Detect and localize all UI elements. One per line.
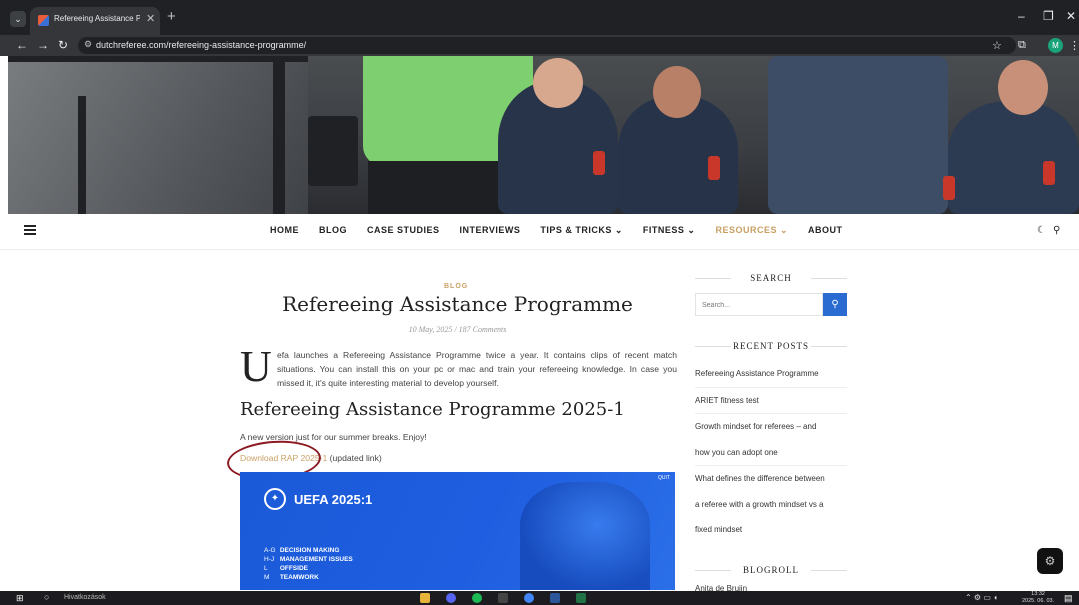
recent-post-item[interactable]: What defines the difference between bbox=[695, 466, 847, 492]
browser-tab-strip: ⌄ Refereeing Assistance Program ✕ + – ❐ … bbox=[0, 0, 1079, 35]
recent-post-item[interactable]: ARIET fitness test bbox=[695, 388, 847, 414]
recent-posts-list: Refereeing Assistance Programme ARIET fi… bbox=[695, 361, 847, 543]
nav-item-blog[interactable]: BLOG bbox=[319, 225, 347, 236]
taskbar-app-icon[interactable] bbox=[498, 593, 508, 603]
notifications-icon[interactable]: ▤ bbox=[1064, 593, 1073, 604]
reload-icon[interactable]: ↻ bbox=[58, 38, 68, 52]
post-category[interactable]: BLOG bbox=[444, 283, 468, 290]
nav-search-icon[interactable]: ⚲ bbox=[1053, 225, 1060, 236]
recent-post-item[interactable]: Refereeing Assistance Programme bbox=[695, 361, 847, 388]
restore-icon[interactable]: ❐ bbox=[1043, 9, 1054, 23]
screen: ⌄ Refereeing Assistance Program ✕ + – ❐ … bbox=[0, 0, 1079, 605]
browser-toolbar: ← → ↻ ⚙ dutchreferee.com/refereeing-assi… bbox=[0, 35, 1079, 56]
back-icon[interactable]: ← bbox=[16, 38, 28, 52]
address-bar[interactable]: ⚙ dutchreferee.com/refereeing-assistance… bbox=[78, 37, 1016, 54]
forward-icon[interactable]: → bbox=[37, 38, 49, 52]
search-input[interactable] bbox=[696, 295, 822, 316]
chrome-icon[interactable] bbox=[524, 593, 534, 603]
site-favicon-icon bbox=[38, 15, 49, 26]
post-meta: 10 May, 2025 / 187 Comments bbox=[408, 325, 507, 334]
nav-item-resources[interactable]: RESOURCES ⌄ bbox=[715, 225, 788, 236]
post-subheading: Refereeing Assistance Programme 2025-1 bbox=[240, 399, 625, 420]
main-menu: HOME BLOG CASE STUDIES INTERVIEWS TIPS &… bbox=[270, 225, 863, 236]
extensions-icon[interactable]: ⧉ bbox=[1018, 39, 1026, 52]
close-tab-icon[interactable]: ✕ bbox=[146, 12, 155, 25]
url-text[interactable]: dutchreferee.com/refereeing-assistance-p… bbox=[96, 40, 306, 50]
recent-post-item[interactable]: a referee with a growth mindset vs a bbox=[695, 492, 847, 518]
windows-taskbar: ⊞ ○ Hivatkozások ⌃ ⚙ ▭ ◖ 13:32 2025. 06.… bbox=[0, 591, 1079, 605]
banner-topic: A-G DECISION MAKING bbox=[264, 547, 340, 554]
recent-post-item[interactable]: fixed mindset bbox=[695, 517, 847, 543]
bookmark-star-icon[interactable]: ☆ bbox=[992, 39, 1002, 52]
download-suffix: (updated link) bbox=[327, 453, 382, 463]
nav-item-fitness[interactable]: FITNESS ⌄ bbox=[643, 225, 696, 236]
close-window-icon[interactable]: ✕ bbox=[1066, 9, 1076, 23]
banner-referee-figure bbox=[520, 482, 650, 590]
file-explorer-icon[interactable] bbox=[420, 593, 430, 603]
dropcap-letter: U bbox=[240, 342, 272, 391]
minimize-icon[interactable]: – bbox=[1018, 9, 1025, 23]
accessibility-widget-icon[interactable]: ⚙ bbox=[1037, 548, 1063, 574]
hamburger-menu-icon[interactable] bbox=[24, 225, 36, 235]
browser-menu-icon[interactable]: ⋮ bbox=[1069, 39, 1079, 52]
hero-image bbox=[8, 56, 1079, 214]
nav-item-home[interactable]: HOME bbox=[270, 225, 299, 236]
banner-topic-list: A-G DECISION MAKING H-J MANAGEMENT ISSUE… bbox=[264, 546, 353, 582]
nav-item-case-studies[interactable]: CASE STUDIES bbox=[367, 225, 440, 236]
excel-icon[interactable] bbox=[576, 593, 586, 603]
clock-time: 13:32 bbox=[1031, 591, 1045, 597]
taskbar-search-label[interactable]: Hivatkozások bbox=[64, 594, 106, 601]
taskbar-search-icon[interactable]: ○ bbox=[44, 592, 49, 602]
tab-title: Refereeing Assistance Program bbox=[54, 14, 140, 23]
site-navigation: HOME BLOG CASE STUDIES INTERVIEWS TIPS &… bbox=[0, 214, 1079, 250]
banner-quit-label: QUIT bbox=[658, 475, 670, 481]
nav-item-interviews[interactable]: INTERVIEWS bbox=[460, 225, 521, 236]
banner-title: UEFA 2025:1 bbox=[294, 492, 373, 507]
browser-tab[interactable]: Refereeing Assistance Program ✕ bbox=[30, 7, 160, 35]
blogroll-title: BLOGROLL bbox=[695, 565, 847, 575]
banner-topic: M TEAMWORK bbox=[264, 574, 319, 581]
profile-avatar[interactable]: M bbox=[1048, 38, 1063, 53]
post-title: Refereeing Assistance Programme bbox=[282, 292, 633, 316]
search-widget-title: SEARCH bbox=[695, 273, 847, 283]
banner-topic: L OFFSIDE bbox=[264, 565, 308, 572]
system-tray[interactable]: ⌃ ⚙ ▭ ◖ bbox=[965, 593, 998, 602]
clock-date: 2025. 06. 03. bbox=[1022, 598, 1055, 604]
dark-mode-toggle-icon[interactable]: ☾ bbox=[1037, 225, 1046, 236]
nav-item-tips-tricks[interactable]: TIPS & TRICKS ⌄ bbox=[540, 225, 623, 236]
rap-banner-image: QUIT ✦ UEFA 2025:1 A-G DECISION MAKING H… bbox=[240, 472, 675, 590]
recent-post-item[interactable]: how you can adopt one bbox=[695, 440, 847, 466]
word-icon[interactable] bbox=[550, 593, 560, 603]
uefa-logo-icon: ✦ bbox=[264, 488, 286, 510]
taskbar-clock[interactable]: 13:32 2025. 06. 03. bbox=[1022, 591, 1054, 605]
windows-start-icon[interactable]: ⊞ bbox=[16, 593, 24, 604]
site-info-icon[interactable]: ⚙ bbox=[84, 39, 92, 50]
banner-topic: H-J MANAGEMENT ISSUES bbox=[264, 556, 353, 563]
new-tab-icon[interactable]: + bbox=[167, 8, 176, 25]
search-field[interactable] bbox=[695, 293, 823, 316]
tab-search-icon[interactable]: ⌄ bbox=[10, 11, 26, 27]
hero-dugout-glass bbox=[8, 56, 308, 214]
search-button[interactable]: ⚲ bbox=[823, 293, 847, 316]
recent-post-item[interactable]: Growth mindset for referees – and bbox=[695, 414, 847, 440]
discord-icon[interactable] bbox=[446, 593, 456, 603]
recent-posts-title: RECENT POSTS bbox=[695, 341, 847, 351]
post-intro: efa launches a Refereeing Assistance Pro… bbox=[277, 350, 677, 388]
nav-item-about[interactable]: ABOUT bbox=[808, 225, 843, 236]
spotify-icon[interactable] bbox=[472, 593, 482, 603]
